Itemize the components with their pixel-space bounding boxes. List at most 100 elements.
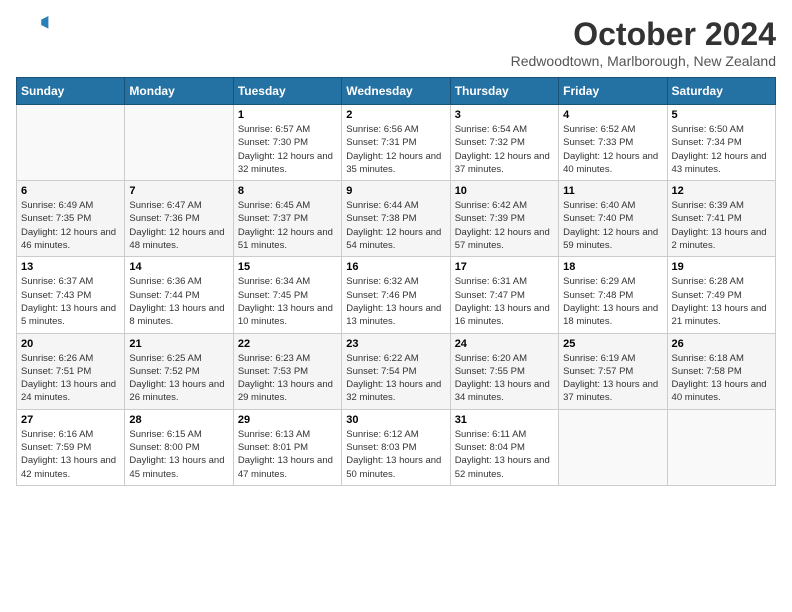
day-number: 27 xyxy=(21,414,120,426)
day-number: 6 xyxy=(21,185,120,197)
day-number: 21 xyxy=(129,338,228,350)
weekday-header-sunday: Sunday xyxy=(17,78,125,105)
calendar-cell xyxy=(17,105,125,181)
day-info: Sunrise: 6:23 AM Sunset: 7:53 PM Dayligh… xyxy=(238,352,337,405)
day-number: 23 xyxy=(346,338,445,350)
day-info: Sunrise: 6:42 AM Sunset: 7:39 PM Dayligh… xyxy=(455,199,554,252)
calendar-cell: 3 Sunrise: 6:54 AM Sunset: 7:32 PM Daylig… xyxy=(450,105,558,181)
day-info: Sunrise: 6:36 AM Sunset: 7:44 PM Dayligh… xyxy=(129,275,228,328)
day-info: Sunrise: 6:32 AM Sunset: 7:46 PM Dayligh… xyxy=(346,275,445,328)
weekday-header-friday: Friday xyxy=(559,78,667,105)
calendar-cell: 9Sunrise: 6:44 AM Sunset: 7:38 PM Daylig… xyxy=(342,181,450,257)
page-header: October 2024 Redwoodtown, Marlborough, N… xyxy=(16,16,776,69)
weekday-header-saturday: Saturday xyxy=(667,78,775,105)
calendar-cell: 5 Sunrise: 6:50 AM Sunset: 7:34 PM Daylig… xyxy=(667,105,775,181)
day-number: 24 xyxy=(455,338,554,350)
day-info: Sunrise: 6:45 AM Sunset: 7:37 PM Dayligh… xyxy=(238,199,337,252)
day-number: 2 xyxy=(346,109,445,121)
day-info: Sunrise: 6:57 AM Sunset: 7:30 PM Dayligh… xyxy=(238,123,337,176)
calendar-cell: 7 Sunrise: 6:47 AM Sunset: 7:36 PM Daylig… xyxy=(125,181,233,257)
day-info: Sunrise: 6:28 AM Sunset: 7:49 PM Dayligh… xyxy=(672,275,771,328)
day-info: Sunrise: 6:49 AM Sunset: 7:35 PM Dayligh… xyxy=(21,199,120,252)
day-number: 7 xyxy=(129,185,228,197)
day-number: 26 xyxy=(672,338,771,350)
day-number: 25 xyxy=(563,338,662,350)
calendar-cell: 29Sunrise: 6:13 AM Sunset: 8:01 PM Dayli… xyxy=(233,409,341,485)
calendar-cell: 2Sunrise: 6:56 AM Sunset: 7:31 PM Daylig… xyxy=(342,105,450,181)
day-info: Sunrise: 6:19 AM Sunset: 7:57 PM Dayligh… xyxy=(563,352,662,405)
calendar-cell: 8 Sunrise: 6:45 AM Sunset: 7:37 PM Daylig… xyxy=(233,181,341,257)
day-number: 5 xyxy=(672,109,771,121)
day-info: Sunrise: 6:50 AM Sunset: 7:34 PM Dayligh… xyxy=(672,123,771,176)
calendar-cell: 11 Sunrise: 6:40 AM Sunset: 7:40 PM Dayli… xyxy=(559,181,667,257)
weekday-header-monday: Monday xyxy=(125,78,233,105)
day-number: 15 xyxy=(238,261,337,273)
day-number: 30 xyxy=(346,414,445,426)
logo xyxy=(16,16,52,52)
calendar-cell: 4 Sunrise: 6:52 AM Sunset: 7:33 PM Daylig… xyxy=(559,105,667,181)
calendar-cell: 26 Sunrise: 6:18 AM Sunset: 7:58 PM Dayli… xyxy=(667,333,775,409)
calendar-cell: 31 Sunrise: 6:11 AM Sunset: 8:04 PM Dayli… xyxy=(450,409,558,485)
day-info: Sunrise: 6:37 AM Sunset: 7:43 PM Dayligh… xyxy=(21,275,120,328)
day-number: 3 xyxy=(455,109,554,121)
day-info: Sunrise: 6:13 AM Sunset: 8:01 PM Dayligh… xyxy=(238,428,337,481)
month-title: October 2024 xyxy=(511,16,776,53)
calendar-cell: 16 Sunrise: 6:32 AM Sunset: 7:46 PM Dayli… xyxy=(342,257,450,333)
day-info: Sunrise: 6:15 AM Sunset: 8:00 PM Dayligh… xyxy=(129,428,228,481)
day-info: Sunrise: 6:16 AM Sunset: 7:59 PM Dayligh… xyxy=(21,428,120,481)
calendar-table: SundayMondayTuesdayWednesdayThursdayFrid… xyxy=(16,77,776,486)
calendar-cell: 10 Sunrise: 6:42 AM Sunset: 7:39 PM Dayli… xyxy=(450,181,558,257)
day-number: 4 xyxy=(563,109,662,121)
weekday-header-tuesday: Tuesday xyxy=(233,78,341,105)
day-info: Sunrise: 6:54 AM Sunset: 7:32 PM Dayligh… xyxy=(455,123,554,176)
day-number: 10 xyxy=(455,185,554,197)
title-block: October 2024 Redwoodtown, Marlborough, N… xyxy=(511,16,776,69)
day-info: Sunrise: 6:29 AM Sunset: 7:48 PM Dayligh… xyxy=(563,275,662,328)
day-info: Sunrise: 6:25 AM Sunset: 7:52 PM Dayligh… xyxy=(129,352,228,405)
day-number: 1 xyxy=(238,109,337,121)
calendar-cell: 30 Sunrise: 6:12 AM Sunset: 8:03 PM Dayli… xyxy=(342,409,450,485)
day-info: Sunrise: 6:20 AM Sunset: 7:55 PM Dayligh… xyxy=(455,352,554,405)
calendar-cell xyxy=(667,409,775,485)
calendar-cell: 6 Sunrise: 6:49 AM Sunset: 7:35 PM Daylig… xyxy=(17,181,125,257)
day-info: Sunrise: 6:40 AM Sunset: 7:40 PM Dayligh… xyxy=(563,199,662,252)
calendar-cell: 14Sunrise: 6:36 AM Sunset: 7:44 PM Dayli… xyxy=(125,257,233,333)
calendar-cell xyxy=(125,105,233,181)
day-info: Sunrise: 6:44 AM Sunset: 7:38 PM Dayligh… xyxy=(346,199,445,252)
day-info: Sunrise: 6:11 AM Sunset: 8:04 PM Dayligh… xyxy=(455,428,554,481)
calendar-cell: 28 Sunrise: 6:15 AM Sunset: 8:00 PM Dayli… xyxy=(125,409,233,485)
calendar-cell: 27 Sunrise: 6:16 AM Sunset: 7:59 PM Dayli… xyxy=(17,409,125,485)
day-number: 19 xyxy=(672,261,771,273)
calendar-cell: 22Sunrise: 6:23 AM Sunset: 7:53 PM Dayli… xyxy=(233,333,341,409)
day-number: 20 xyxy=(21,338,120,350)
day-info: Sunrise: 6:22 AM Sunset: 7:54 PM Dayligh… xyxy=(346,352,445,405)
day-info: Sunrise: 6:12 AM Sunset: 8:03 PM Dayligh… xyxy=(346,428,445,481)
location-subtitle: Redwoodtown, Marlborough, New Zealand xyxy=(511,53,776,69)
day-info: Sunrise: 6:47 AM Sunset: 7:36 PM Dayligh… xyxy=(129,199,228,252)
day-number: 31 xyxy=(455,414,554,426)
calendar-cell: 23 Sunrise: 6:22 AM Sunset: 7:54 PM Dayli… xyxy=(342,333,450,409)
calendar-cell: 20 Sunrise: 6:26 AM Sunset: 7:51 PM Dayli… xyxy=(17,333,125,409)
day-number: 18 xyxy=(563,261,662,273)
calendar-cell: 12 Sunrise: 6:39 AM Sunset: 7:41 PM Dayli… xyxy=(667,181,775,257)
calendar-cell: 15 Sunrise: 6:34 AM Sunset: 7:45 PM Dayli… xyxy=(233,257,341,333)
day-info: Sunrise: 6:39 AM Sunset: 7:41 PM Dayligh… xyxy=(672,199,771,252)
day-number: 8 xyxy=(238,185,337,197)
day-info: Sunrise: 6:18 AM Sunset: 7:58 PM Dayligh… xyxy=(672,352,771,405)
weekday-header-wednesday: Wednesday xyxy=(342,78,450,105)
day-number: 28 xyxy=(129,414,228,426)
day-info: Sunrise: 6:34 AM Sunset: 7:45 PM Dayligh… xyxy=(238,275,337,328)
weekday-header-thursday: Thursday xyxy=(450,78,558,105)
day-info: Sunrise: 6:26 AM Sunset: 7:51 PM Dayligh… xyxy=(21,352,120,405)
calendar-cell: 25 Sunrise: 6:19 AM Sunset: 7:57 PM Dayli… xyxy=(559,333,667,409)
calendar-cell: 17Sunrise: 6:31 AM Sunset: 7:47 PM Dayli… xyxy=(450,257,558,333)
day-number: 12 xyxy=(672,185,771,197)
calendar-cell: 24 Sunrise: 6:20 AM Sunset: 7:55 PM Dayli… xyxy=(450,333,558,409)
calendar-cell: 21 Sunrise: 6:25 AM Sunset: 7:52 PM Dayli… xyxy=(125,333,233,409)
day-info: Sunrise: 6:52 AM Sunset: 7:33 PM Dayligh… xyxy=(563,123,662,176)
calendar-cell: 18 Sunrise: 6:29 AM Sunset: 7:48 PM Dayli… xyxy=(559,257,667,333)
day-number: 11 xyxy=(563,185,662,197)
day-number: 17 xyxy=(455,261,554,273)
calendar-cell: 13Sunrise: 6:37 AM Sunset: 7:43 PM Dayli… xyxy=(17,257,125,333)
day-number: 16 xyxy=(346,261,445,273)
